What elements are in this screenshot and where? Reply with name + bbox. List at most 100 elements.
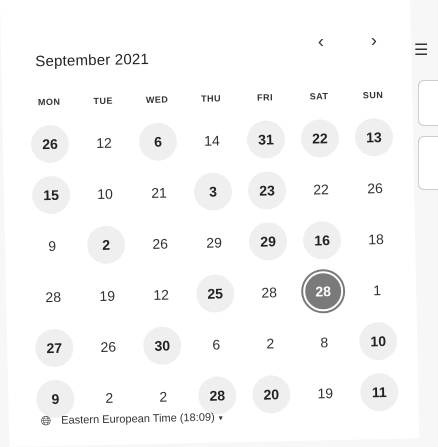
available-day[interactable]: 23	[240, 170, 295, 210]
day-number: 29	[248, 221, 288, 261]
calendar-card: September 2021 ‹ › MON TUE WED THU FRI SAT SUN…	[0, 0, 420, 447]
calendar-day: 2	[243, 323, 298, 362]
day-number: 29	[206, 233, 223, 251]
day-number: 26	[30, 124, 70, 163]
day-number: 20	[251, 374, 291, 414]
calendar-week-row: 26 12 6 14 31 22 13	[22, 111, 403, 170]
weekday-label: MON	[37, 96, 61, 108]
day-number: 2	[86, 224, 126, 264]
day-number: 8	[320, 333, 329, 350]
calendar-day: 19	[80, 276, 135, 315]
day-number: 14	[204, 131, 220, 149]
calendar-day: 18	[349, 219, 404, 258]
day-number: 26	[367, 179, 383, 196]
day-number: 15	[31, 175, 71, 214]
calendar-day: 26	[81, 327, 136, 366]
day-number: 22	[300, 118, 340, 158]
day-number: 26	[152, 235, 169, 252]
calendar-day: 14	[185, 121, 240, 160]
calendar-day: 12	[77, 123, 132, 162]
next-month-button[interactable]: ›	[371, 30, 377, 51]
day-number: 23	[247, 170, 287, 210]
available-day[interactable]: 25	[188, 273, 243, 313]
calendar-day: 28	[26, 277, 81, 316]
selected-day[interactable]: 28	[296, 270, 351, 312]
available-day[interactable]: 2	[79, 224, 134, 264]
calendar-day: 12	[134, 275, 189, 314]
available-day[interactable]: 31	[239, 119, 294, 159]
weekday-label: FRI	[256, 92, 274, 103]
month-title: September 2021	[35, 50, 150, 71]
calendar-grid: 26 12 6 14 31 22 13 15 10 21 3 23 22 26 9 2 26 29 29 16 18 28…	[22, 111, 408, 425]
available-day[interactable]: 30	[135, 325, 190, 365]
calendar-day: 8	[297, 322, 352, 361]
day-number: 6	[138, 121, 178, 161]
available-day[interactable]: 22	[293, 118, 348, 158]
day-number: 25	[195, 273, 235, 313]
day-number: 30	[142, 325, 182, 365]
day-number: 28	[45, 288, 62, 305]
available-day[interactable]: 6	[131, 121, 186, 161]
calendar-day: 29	[187, 223, 242, 262]
calendar-day: 10	[78, 174, 133, 213]
day-number: 13	[354, 117, 394, 157]
calendar-day: 6	[189, 324, 244, 363]
calendar-day: 1	[350, 270, 405, 309]
day-number: 31	[246, 119, 286, 159]
day-number: 9	[48, 237, 57, 254]
day-number: 26	[100, 338, 117, 355]
day-number: 10	[97, 185, 114, 202]
weekday-label: TUE	[93, 95, 113, 107]
menu-icon[interactable]: ☰	[414, 40, 428, 60]
day-number: 21	[151, 184, 168, 201]
available-day[interactable]: 13	[347, 117, 402, 157]
available-day[interactable]: 26	[23, 124, 78, 163]
available-day[interactable]: 20	[244, 374, 299, 414]
available-day[interactable]: 10	[351, 321, 406, 361]
time-slot[interactable]	[418, 80, 438, 126]
timezone-label: Eastern European Time (18:09)	[61, 411, 215, 427]
day-number: 3	[193, 171, 233, 211]
day-number: 10	[358, 321, 398, 361]
available-day[interactable]: 3	[186, 171, 241, 211]
available-day[interactable]: 27	[27, 328, 82, 367]
day-number: 6	[212, 335, 221, 353]
timezone-selector[interactable]: 🌐︎ Eastern European Time (18:09) ▾	[41, 409, 223, 429]
calendar-day: 26	[348, 168, 403, 207]
available-day[interactable]: 29	[241, 221, 296, 261]
calendar-week-row: 27 26 30 6 2 8 10	[27, 315, 408, 374]
day-number: 16	[302, 220, 342, 260]
day-number: 28	[261, 283, 278, 301]
prev-month-button[interactable]: ‹	[318, 31, 324, 52]
available-day[interactable]: 15	[24, 175, 79, 214]
side-panel: ☰	[410, 0, 438, 447]
available-day[interactable]: 11	[352, 372, 407, 412]
weekday-header: MON TUE WED THU FRI SAT SUN	[22, 90, 402, 108]
day-number: 22	[313, 180, 329, 197]
day-number: 27	[34, 328, 74, 367]
day-number: 2	[266, 334, 275, 351]
day-number: 12	[96, 134, 112, 151]
time-slot[interactable]	[418, 136, 438, 190]
weekday-label: THU	[201, 93, 222, 104]
day-number: 1	[373, 281, 382, 298]
calendar-day: 28	[242, 272, 297, 311]
calendar-day: 9	[25, 226, 80, 265]
day-number: 19	[317, 384, 334, 401]
day-number: 19	[99, 287, 116, 304]
calendar-week-row: 28 19 12 25 28 28 1	[26, 264, 407, 323]
available-day[interactable]: 16	[295, 220, 350, 260]
day-number: 18	[368, 230, 385, 247]
weekday-label: SAT	[309, 91, 329, 102]
globe-icon: 🌐︎	[40, 413, 52, 429]
day-number: 12	[153, 286, 170, 303]
day-number: 28	[302, 270, 344, 312]
calendar-day: 26	[133, 224, 188, 263]
calendar-day: 21	[132, 173, 187, 212]
weekday-label: SUN	[362, 89, 384, 101]
calendar-week-row: 15 10 21 3 23 22 26	[24, 162, 405, 221]
weekday-label: WED	[145, 94, 169, 105]
day-number: 11	[359, 372, 399, 412]
calendar-day: 22	[294, 169, 349, 208]
calendar-week-row: 9 2 26 29 29 16 18	[25, 213, 406, 272]
